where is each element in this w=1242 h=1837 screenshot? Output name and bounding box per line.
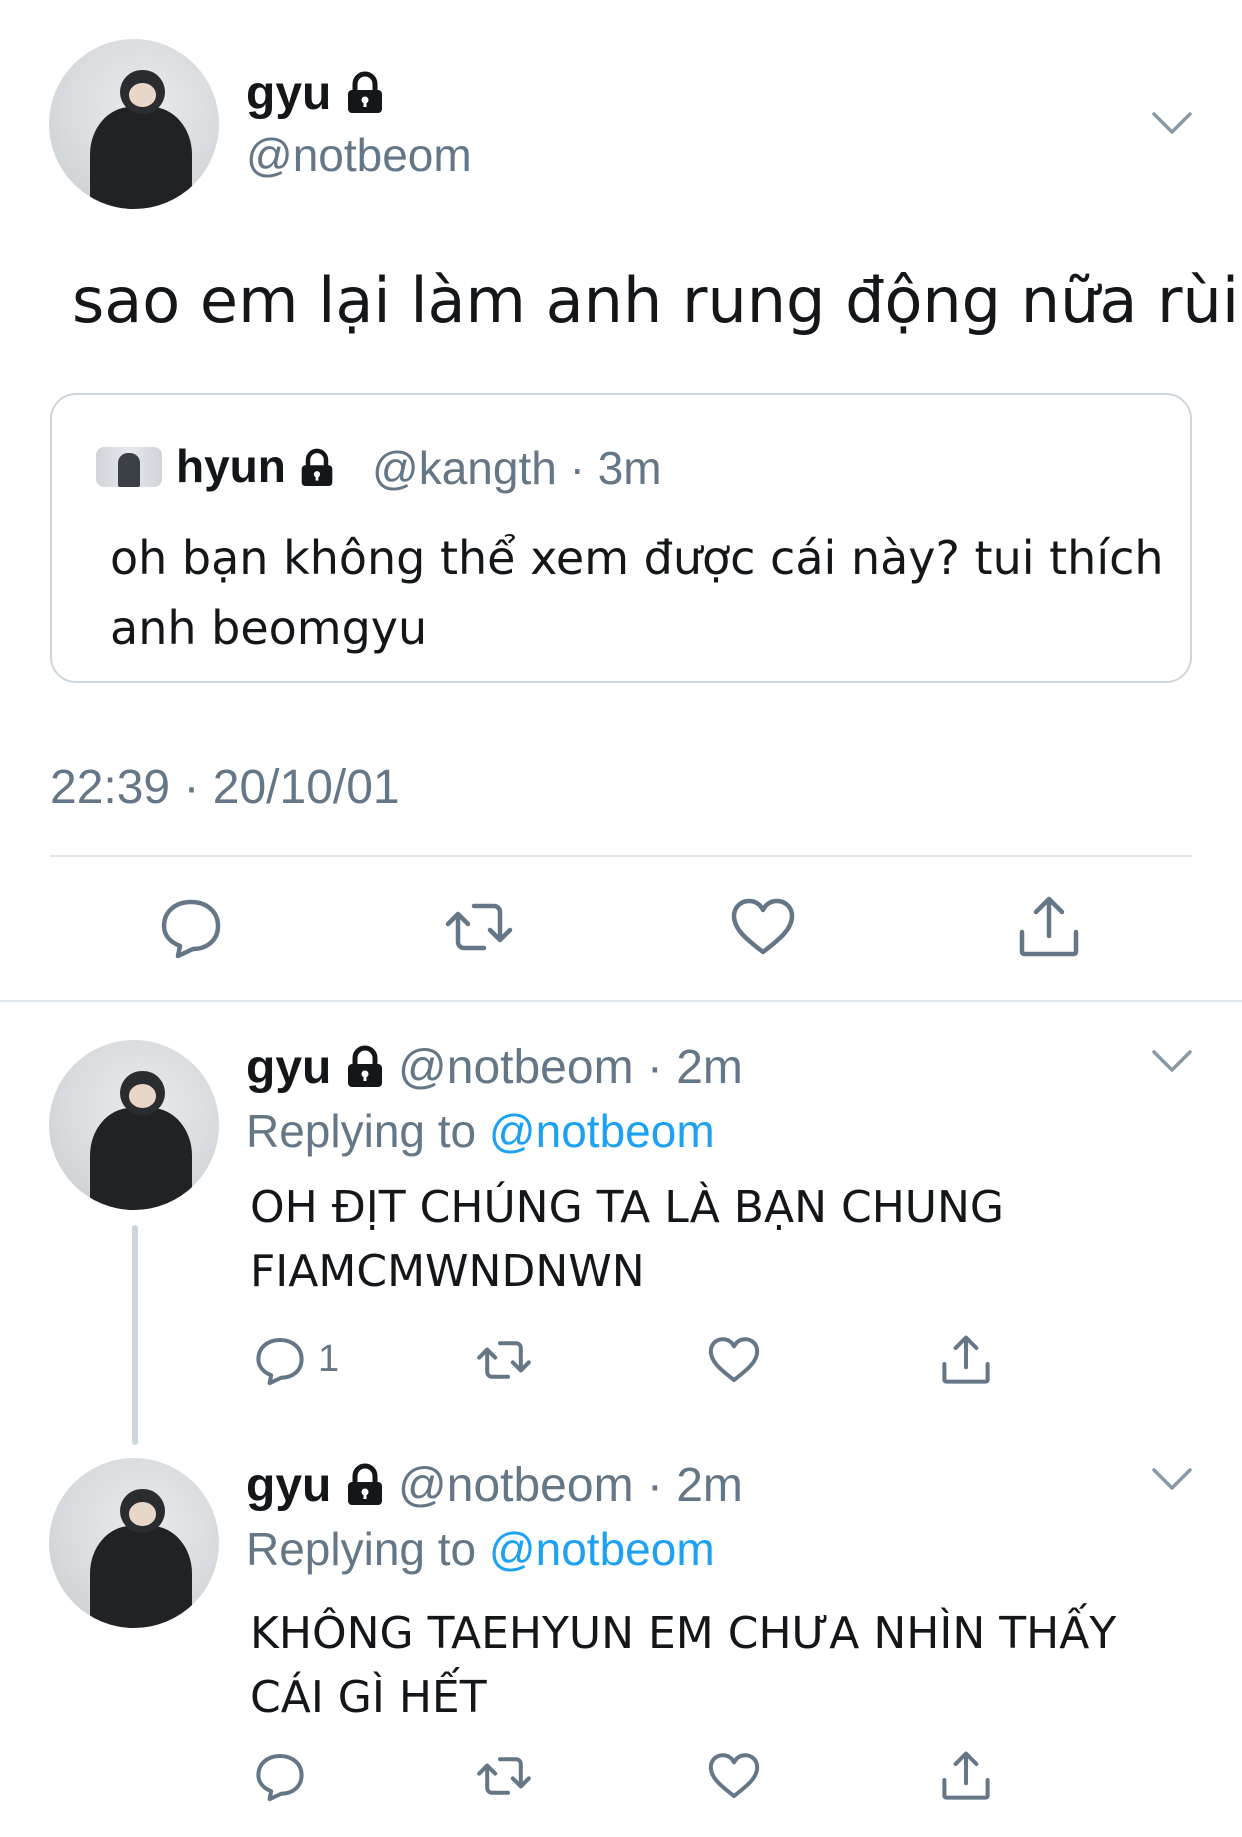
retweet-button[interactable]: [444, 892, 514, 962]
divider: [0, 1000, 1242, 1002]
lock-icon: [347, 1463, 382, 1505]
thread-connector: [132, 1225, 138, 1445]
like-icon: [708, 1337, 760, 1382]
replying-to-label: Replying to: [246, 1523, 489, 1575]
reply-icon: [256, 1754, 304, 1802]
avatar[interactable]: [49, 1040, 219, 1210]
reply-icon: [256, 1338, 304, 1386]
replying-to: Replying to @notbeom: [246, 1522, 715, 1576]
reply-icon: [161, 899, 221, 959]
share-icon: [942, 1751, 990, 1800]
reply-header[interactable]: gyu @notbeom · 2m: [246, 1040, 743, 1095]
quote-avatar: [96, 447, 162, 487]
retweet-icon: [477, 1757, 531, 1795]
quote-author-name-text: hyun: [176, 440, 286, 492]
retweet-icon: [477, 1341, 531, 1379]
share-icon: [942, 1335, 990, 1384]
mention-link[interactable]: @notbeom: [489, 1523, 715, 1575]
reply-button[interactable]: [252, 1332, 308, 1388]
divider: [50, 855, 1192, 857]
author-name-text: gyu: [246, 67, 332, 120]
like-button[interactable]: [728, 892, 798, 962]
share-button[interactable]: [938, 1748, 994, 1804]
retweet-button[interactable]: [476, 1748, 532, 1804]
author-handle: @notbeom · 2m: [398, 1041, 743, 1094]
quote-author-handle: @kangth · 3m: [372, 442, 662, 494]
reply-count: 1: [318, 1338, 340, 1380]
lock-icon: [301, 448, 332, 486]
lock-icon: [347, 71, 382, 113]
replying-to-label: Replying to: [246, 1105, 489, 1157]
replying-to: Replying to @notbeom: [246, 1104, 715, 1158]
reply-text: KHÔNG TAEHYUN EM CHƯA NHÌN THẤY CÁI GÌ H…: [250, 1608, 1117, 1723]
avatar[interactable]: [49, 1458, 219, 1628]
retweet-icon: [445, 903, 513, 951]
reply-header[interactable]: gyu @notbeom · 2m: [246, 1458, 743, 1513]
quote-text: oh bạn không thể xem được cái này? tui t…: [110, 531, 1164, 655]
quoted-tweet[interactable]: hyun @kangth · 3m oh bạn không thể xem đ…: [50, 393, 1192, 683]
reply-button[interactable]: [252, 1748, 308, 1804]
chevron-down-icon[interactable]: [1150, 1046, 1194, 1076]
share-icon: [1019, 896, 1079, 957]
lock-icon: [347, 1045, 382, 1087]
retweet-button[interactable]: [476, 1332, 532, 1388]
mention-link[interactable]: @notbeom: [489, 1105, 715, 1157]
like-button[interactable]: [706, 1748, 762, 1804]
chevron-down-icon[interactable]: [1150, 108, 1194, 138]
share-button[interactable]: [938, 1332, 994, 1388]
share-button[interactable]: [1014, 892, 1084, 962]
quote-author-name: hyun: [176, 439, 335, 493]
avatar[interactable]: [49, 39, 219, 209]
reply-button[interactable]: [156, 892, 226, 962]
author-handle[interactable]: @notbeom: [246, 128, 472, 182]
reply-text: OH ĐỊT CHÚNG TA LÀ BẠN CHUNG FIAMCMWNDNW…: [250, 1182, 1005, 1297]
chevron-down-icon[interactable]: [1150, 1464, 1194, 1494]
like-button[interactable]: [706, 1332, 762, 1388]
author-handle: @notbeom · 2m: [398, 1459, 743, 1512]
author-name[interactable]: gyu: [246, 66, 385, 121]
like-icon: [708, 1753, 760, 1798]
like-icon: [731, 898, 795, 955]
author-name: gyu: [246, 1041, 332, 1094]
author-name: gyu: [246, 1459, 332, 1512]
tweet-text: sao em lại làm anh rung động nữa rùi: [72, 264, 1240, 337]
tweet-timestamp: 22:39 · 20/10/01: [50, 761, 400, 814]
